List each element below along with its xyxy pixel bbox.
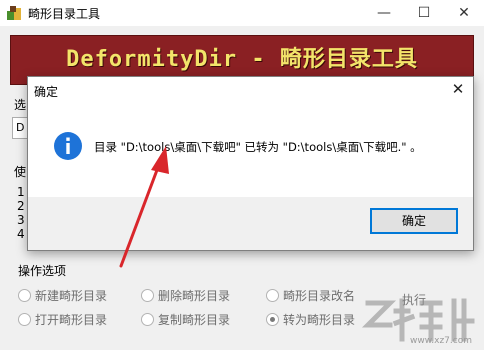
usage-label-fragment: 使 xyxy=(14,165,27,179)
radio-label: 转为畸形目录 xyxy=(283,313,356,327)
minimize-button[interactable]: — xyxy=(364,0,404,26)
list-item: 3 xyxy=(17,213,25,227)
radio-label: 复制畸形目录 xyxy=(158,313,231,327)
dialog-title: 确定 xyxy=(34,85,59,99)
radio-circle-icon xyxy=(141,289,154,302)
close-button[interactable]: ✕ xyxy=(444,0,484,26)
message-dialog: 确定 ✕ 目录 "D:\tools\桌面\下载吧" 已转为 "D:\tools\… xyxy=(27,76,474,251)
radio-circle-icon xyxy=(141,313,154,326)
radio-label: 打开畸形目录 xyxy=(35,313,108,327)
watermark-url: www.xz7.com xyxy=(410,336,472,346)
radio-convert-dir[interactable]: 转为畸形目录 xyxy=(266,311,355,328)
ok-button[interactable]: 确定 xyxy=(370,208,458,234)
radio-circle-checked-icon xyxy=(266,313,279,326)
radio-open-dir[interactable]: 打开畸形目录 xyxy=(18,311,107,328)
path-input-text: D xyxy=(16,121,25,134)
dialog-message: 目录 "D:\tools\桌面\下载吧" 已转为 "D:\tools\桌面\下载… xyxy=(94,140,422,154)
radio-delete-dir[interactable]: 删除畸形目录 xyxy=(141,287,230,304)
list-item: 4 xyxy=(17,227,25,241)
info-icon xyxy=(54,132,82,160)
main-titlebar: 畸形目录工具 — ☐ ✕ xyxy=(0,0,484,26)
radio-circle-icon xyxy=(18,313,31,326)
radio-label: 删除畸形目录 xyxy=(158,289,231,303)
select-label-fragment: 选 xyxy=(14,98,27,112)
maximize-button[interactable]: ☐ xyxy=(404,0,444,26)
window-title: 畸形目录工具 xyxy=(28,7,101,21)
radio-label: 畸形目录改名 xyxy=(283,289,356,303)
radio-label: 新建畸形目录 xyxy=(35,289,108,303)
radio-rename-dir[interactable]: 畸形目录改名 xyxy=(266,287,355,304)
operation-options-group: 操作选项 xyxy=(10,262,364,342)
dialog-footer: 确定 xyxy=(28,197,473,250)
radio-copy-dir[interactable]: 复制畸形目录 xyxy=(141,311,230,328)
app-icon xyxy=(7,6,21,20)
radio-circle-icon xyxy=(266,289,279,302)
ops-group-title: 操作选项 xyxy=(16,262,69,279)
list-item: 1 xyxy=(17,185,25,199)
radio-circle-icon xyxy=(18,289,31,302)
radio-new-dir[interactable]: 新建畸形目录 xyxy=(18,287,107,304)
dialog-close-button[interactable]: ✕ xyxy=(443,77,473,101)
list-item: 2 xyxy=(17,199,25,213)
